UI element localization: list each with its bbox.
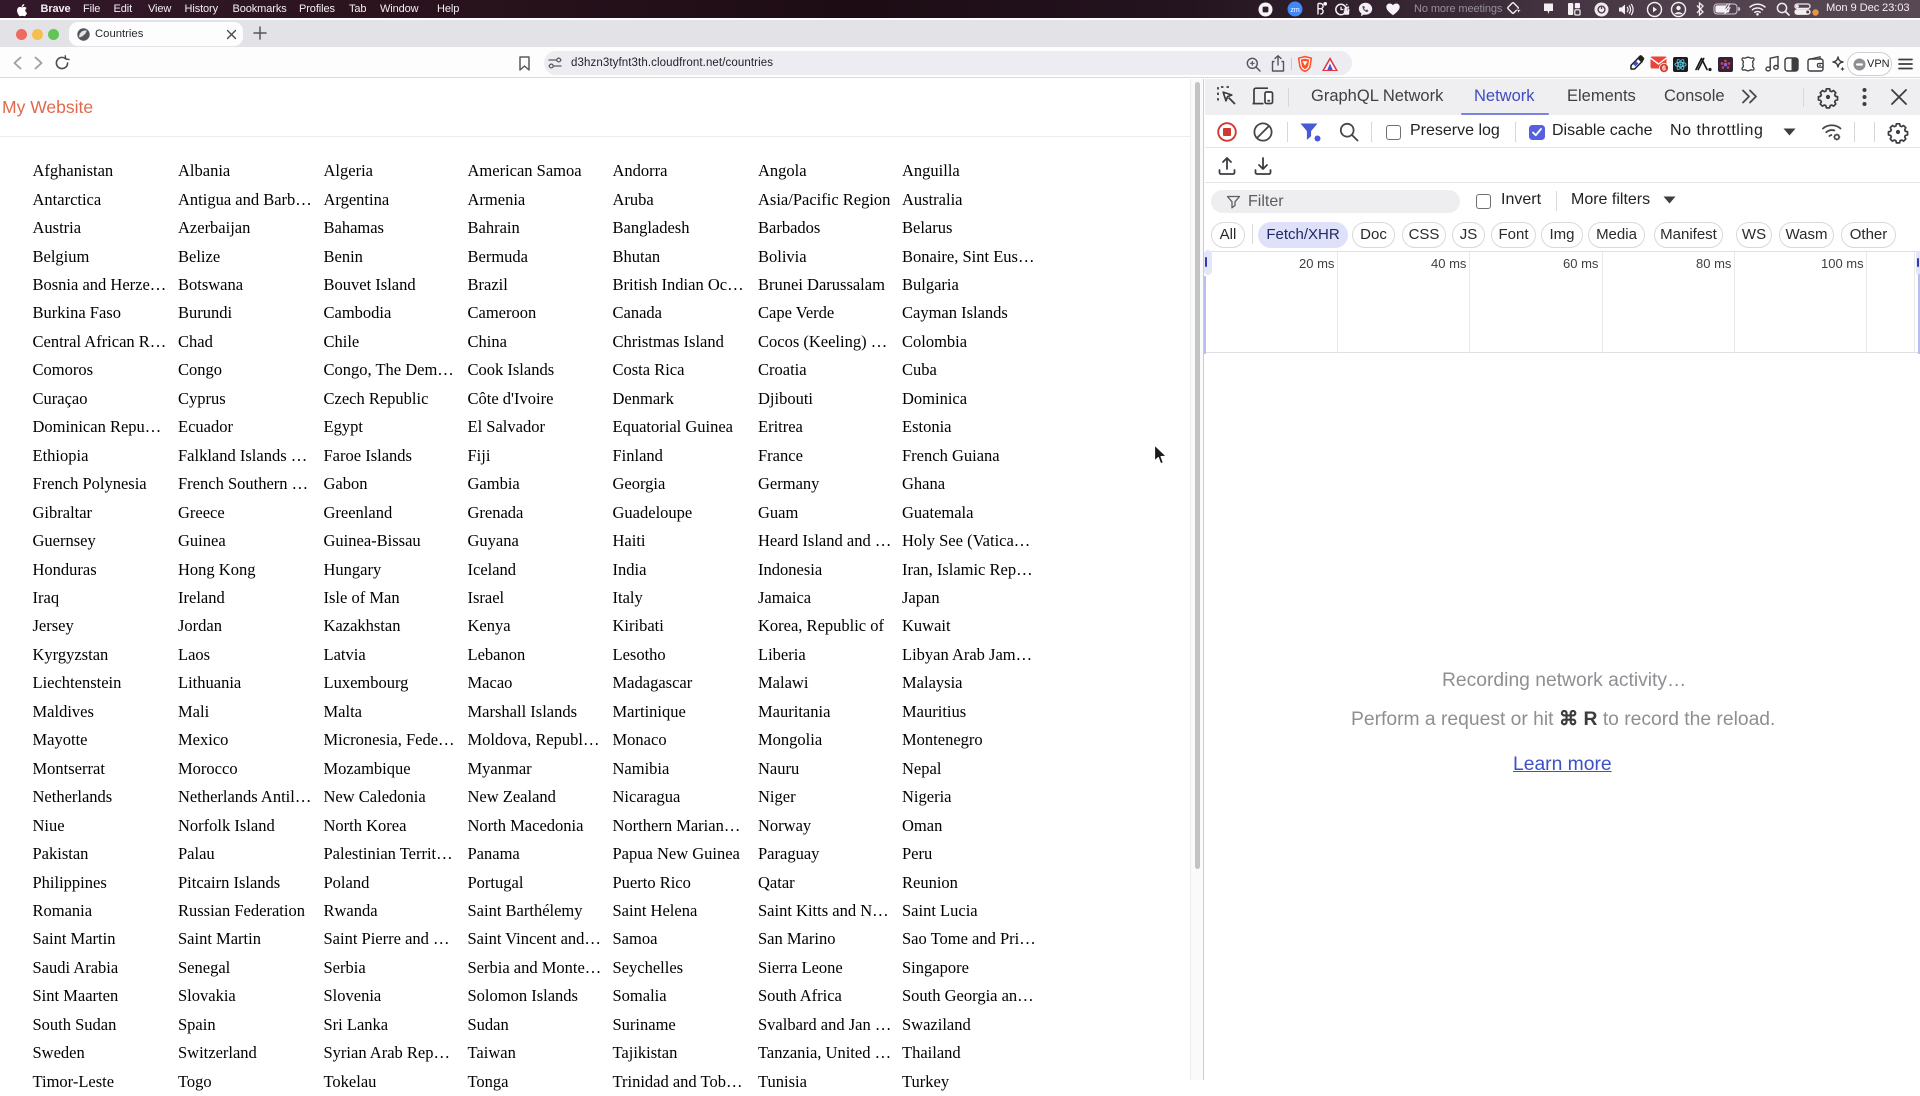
svg-text:zm: zm <box>1290 7 1300 14</box>
svg-text:6: 6 <box>1662 66 1666 73</box>
